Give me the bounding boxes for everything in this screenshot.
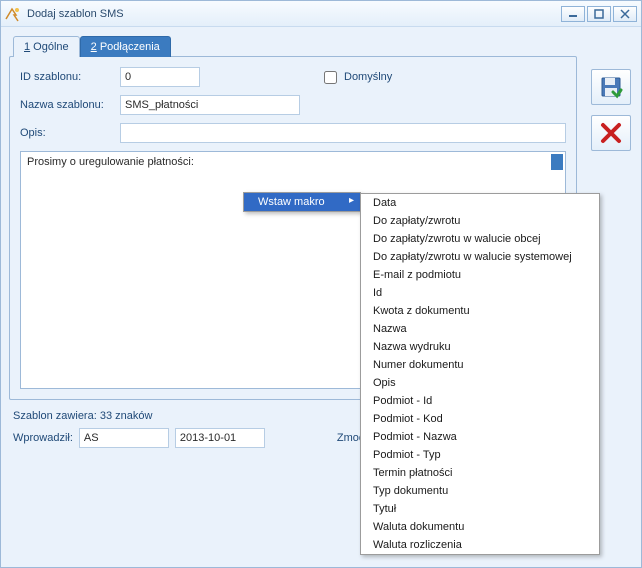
macro-item[interactable]: Numer dokumentu (361, 356, 599, 374)
desc-field[interactable] (120, 123, 566, 143)
created-by-field[interactable] (79, 428, 169, 448)
context-menu: Wstaw makro DataDo zapłaty/zwrotuDo zapł… (243, 192, 361, 212)
app-icon (5, 6, 21, 22)
close-button[interactable] (613, 6, 637, 22)
window-body: 1 Ogólne 2 Podłączenia ID szablonu: Domy… (1, 27, 641, 567)
macro-item[interactable]: Opis (361, 374, 599, 392)
minimize-button[interactable] (561, 6, 585, 22)
cancel-button[interactable] (591, 115, 631, 151)
default-checkbox[interactable] (324, 71, 337, 84)
tab-connections[interactable]: 2 Podłączenia (80, 36, 171, 57)
macro-item[interactable]: E-mail z podmiotu (361, 266, 599, 284)
macro-item[interactable]: Podmiot - Nazwa (361, 428, 599, 446)
id-label: ID szablonu: (20, 71, 120, 83)
save-button[interactable] (591, 69, 631, 105)
name-label: Nazwa szablonu: (20, 99, 120, 111)
window-controls (561, 6, 637, 22)
selection-handle-icon (551, 154, 563, 170)
side-toolbar (591, 69, 631, 151)
macro-item[interactable]: Podmiot - Typ (361, 446, 599, 464)
default-checkbox-group: Domyślny (320, 68, 392, 87)
macro-item[interactable]: Nazwa (361, 320, 599, 338)
macro-item[interactable]: Id (361, 284, 599, 302)
tab-strip: 1 Ogólne 2 Podłączenia (13, 35, 633, 56)
tab-general[interactable]: 1 Ogólne (13, 36, 80, 57)
macro-item[interactable]: Waluta rozliczenia (361, 536, 599, 554)
macro-item[interactable]: Tytuł (361, 500, 599, 518)
macro-item[interactable]: Do zapłaty/zwrotu w walucie systemowej (361, 248, 599, 266)
macro-item[interactable]: Termin płatności (361, 464, 599, 482)
macro-item[interactable]: Waluta dokumentu (361, 518, 599, 536)
default-label: Domyślny (344, 71, 392, 83)
desc-label: Opis: (20, 127, 120, 139)
x-icon (600, 122, 622, 144)
macro-item[interactable]: Podmiot - Kod (361, 410, 599, 428)
created-date-field[interactable] (175, 428, 265, 448)
macro-item[interactable]: Do zapłaty/zwrotu (361, 212, 599, 230)
macro-item[interactable]: Nazwa wydruku (361, 338, 599, 356)
window-title: Dodaj szablon SMS (27, 8, 124, 20)
floppy-disk-icon (599, 75, 623, 99)
macro-item[interactable]: Data (361, 194, 599, 212)
titlebar: Dodaj szablon SMS (1, 1, 641, 27)
macro-item[interactable]: Typ dokumentu (361, 482, 599, 500)
macro-item[interactable]: Podmiot - Id (361, 392, 599, 410)
macro-item[interactable]: Kwota z dokumentu (361, 302, 599, 320)
insert-macro-menu-item[interactable]: Wstaw makro (244, 193, 360, 211)
maximize-button[interactable] (587, 6, 611, 22)
body-text: Prosimy o uregulowanie płatności: (27, 156, 194, 168)
macro-item[interactable]: Do zapłaty/zwrotu w walucie obcej (361, 230, 599, 248)
created-by-label: Wprowadził: (13, 432, 73, 444)
name-field[interactable] (120, 95, 300, 115)
macro-submenu: DataDo zapłaty/zwrotuDo zapłaty/zwrotu w… (360, 193, 600, 555)
id-field[interactable] (120, 67, 200, 87)
dialog-window: Dodaj szablon SMS (0, 0, 642, 568)
